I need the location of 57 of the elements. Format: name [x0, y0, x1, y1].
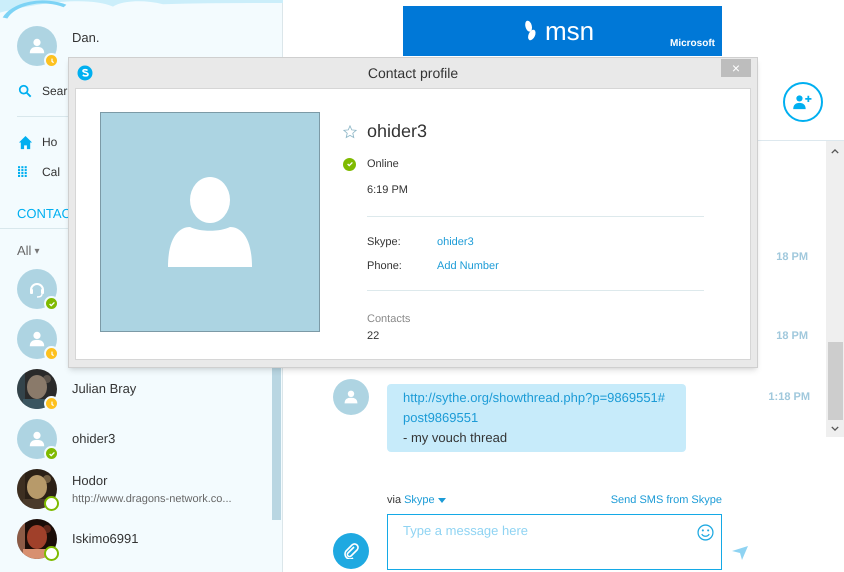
status-text: Online	[367, 157, 399, 172]
paperclip-icon	[343, 542, 359, 558]
via-label: via	[387, 493, 402, 508]
person-icon	[168, 177, 252, 267]
add-contact-button[interactable]	[783, 82, 823, 122]
person-icon	[28, 430, 46, 448]
message-text: - my vouch thread	[403, 430, 508, 445]
dialpad-icon	[18, 166, 28, 178]
message-time: 18 PM	[776, 328, 808, 344]
field-label: Phone:	[367, 258, 403, 274]
service-dropdown[interactable]: Skype	[404, 492, 446, 508]
sms-link[interactable]: Send SMS from Skype	[610, 492, 722, 508]
user-name: Dan.	[72, 29, 100, 47]
dialog-title: Contact profile	[368, 64, 458, 83]
smiley-icon	[697, 524, 714, 540]
field-label: Skype:	[367, 235, 402, 250]
person-icon	[28, 37, 46, 55]
contact-name: ohider3	[72, 430, 116, 448]
nav-item[interactable]: Ho	[42, 133, 58, 151]
person-icon	[343, 389, 359, 405]
contact-name: Hodor	[72, 472, 108, 490]
message-input[interactable]: Type a message here	[387, 514, 722, 570]
filter-dropdown[interactable]: All ▾	[17, 241, 40, 261]
contacts-label: Contacts	[367, 312, 412, 327]
avatar[interactable]	[17, 26, 57, 66]
contact-item[interactable]: ohider3	[0, 414, 272, 464]
msn-ad[interactable]: msn Microsoft	[403, 6, 722, 56]
company-label: Microsoft	[670, 37, 715, 51]
scrollbar[interactable]	[826, 141, 844, 437]
local-time: 6:19 PM	[367, 182, 409, 198]
brand-logo: msn	[544, 18, 594, 44]
attach-button[interactable]	[333, 532, 369, 568]
contact-item[interactable]: Iskimo6991	[0, 514, 272, 564]
scroll-down-icon[interactable]	[831, 426, 839, 431]
contact-item[interactable]: Julian Bray	[0, 364, 272, 414]
contact-item[interactable]: Hodor http://www.dragons-network.co...	[0, 464, 272, 514]
contact-name: ohider3	[367, 120, 428, 143]
skype-logo-icon	[77, 65, 93, 81]
contacts-count: 22	[367, 328, 380, 344]
contact-name: Julian Bray	[72, 380, 136, 398]
contact-name: Iskimo6991	[72, 530, 138, 548]
message-time: 1:18 PM	[768, 390, 810, 405]
scroll-thumb[interactable]	[828, 342, 842, 420]
caret-icon	[438, 498, 446, 503]
star-icon[interactable]	[343, 124, 357, 138]
house-icon	[18, 134, 33, 150]
add-person-icon	[793, 94, 813, 110]
nav-item[interactable]: Cal	[42, 163, 60, 181]
field-link[interactable]: Add Number	[437, 258, 499, 274]
message-time: 18 PM	[776, 250, 808, 265]
send-icon[interactable]	[732, 546, 748, 560]
field-link[interactable]: ohider3	[437, 234, 474, 250]
scroll-up-icon[interactable]	[831, 149, 839, 154]
nav-item[interactable]: Sear	[42, 82, 68, 100]
contact-mood: http://www.dragons-network.co...	[72, 492, 232, 506]
search-icon	[18, 84, 32, 98]
person-icon	[28, 330, 46, 348]
